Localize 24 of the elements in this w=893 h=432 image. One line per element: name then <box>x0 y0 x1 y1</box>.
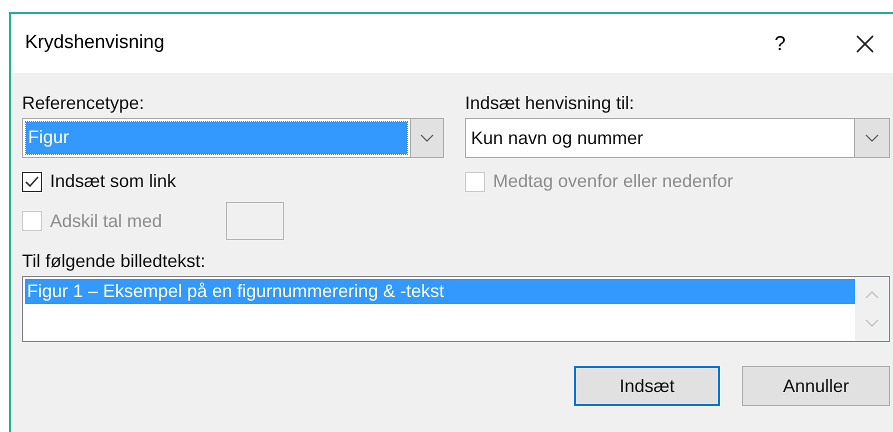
dropdown-value: Kun navn og nummer <box>470 127 644 150</box>
separator-input-field[interactable] <box>226 202 284 240</box>
dropdown-value: Figur <box>26 122 407 154</box>
close-icon <box>855 34 875 54</box>
dropdown-arrow-button[interactable] <box>854 119 889 157</box>
scroll-down-icon[interactable] <box>865 319 879 327</box>
dropdown-arrow-button[interactable] <box>410 119 443 157</box>
checkbox[interactable] <box>22 172 42 192</box>
scrollbar[interactable] <box>855 277 889 341</box>
checkbox-label: Medtag ovenfor eller nedenfor <box>493 170 734 193</box>
field-label: Referencetype: <box>22 92 146 115</box>
field-label: Indsæt henvisning til: <box>465 92 636 115</box>
check-icon <box>25 176 39 188</box>
window-title: Krydshenvisning <box>25 31 164 56</box>
scroll-up-icon[interactable] <box>865 291 879 299</box>
reference-to-dropdown[interactable]: Kun navn og nummer <box>465 118 890 158</box>
list-label: Til følgende billedtekst: <box>22 250 206 273</box>
checkbox-label: Indsæt som link <box>50 170 176 193</box>
help-button[interactable]: ? <box>760 24 800 64</box>
chevron-down-icon <box>865 134 879 142</box>
dialog-button[interactable]: Indsæt <box>574 366 720 406</box>
dialog-button[interactable]: Annuller <box>742 366 890 406</box>
chevron-down-icon <box>420 134 434 142</box>
checkbox-label: Adskil tal med <box>50 210 162 232</box>
